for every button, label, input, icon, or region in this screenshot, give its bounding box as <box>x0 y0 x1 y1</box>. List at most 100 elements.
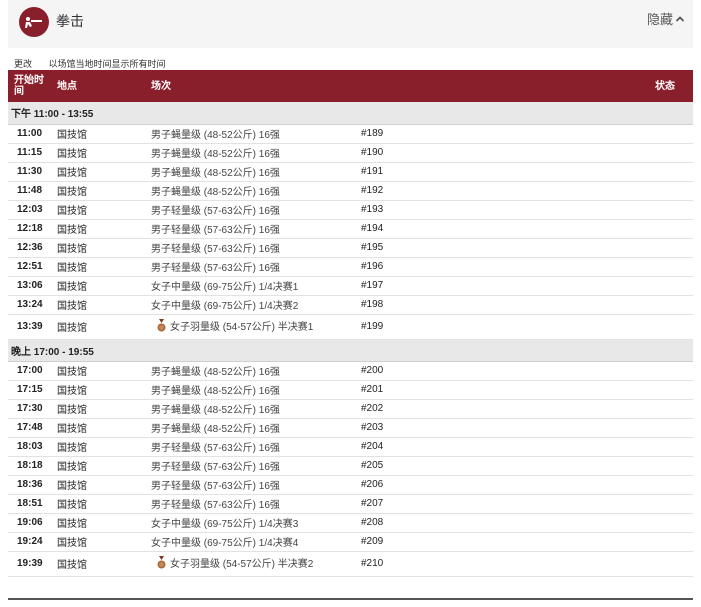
cell-number: #198 <box>352 295 555 315</box>
cell-venue: 国技馆 <box>48 257 144 277</box>
cell-event: 女子中量级 (69-75公斤) 1/4决赛1 <box>144 276 352 296</box>
cell-status <box>555 238 693 258</box>
table-row[interactable]: 11:00 国技馆 男子蝇量级 (48-52公斤) 16强 #189 <box>8 124 693 144</box>
table-row[interactable]: 19:39 国技馆 女子羽量级 (54-57公斤) 半决赛2 #210 <box>8 551 693 577</box>
hide-toggle-button[interactable]: 隐藏 <box>647 9 685 28</box>
cell-event: 男子蝇量级 (48-52公斤) 16强 <box>144 361 352 381</box>
schedule-body: 下午 11:00 - 13:55 11:00 国技馆 男子蝇量级 (48-52公斤) … <box>8 102 693 577</box>
cell-status <box>555 494 693 514</box>
table-row[interactable]: 19:24 国技馆 女子中量级 (69-75公斤) 1/4决赛4 #209 <box>8 532 693 552</box>
cell-event: 女子中量级 (69-75公斤) 1/4决赛4 <box>144 532 352 552</box>
section-label: 晚上 17:00 - 19:55 <box>8 339 693 362</box>
cell-time: 18:36 <box>8 475 48 495</box>
cell-status <box>555 418 693 438</box>
cell-number: #203 <box>352 418 555 438</box>
column-header-start-time: 开始时 间 <box>8 70 48 102</box>
cell-venue: 国技馆 <box>48 314 144 340</box>
cell-event: 男子蝇量级 (48-52公斤) 16强 <box>144 162 352 182</box>
cell-venue: 国技馆 <box>48 456 144 476</box>
cell-venue: 国技馆 <box>48 399 144 419</box>
hide-label: 隐藏 <box>646 12 673 27</box>
cell-status <box>555 276 693 296</box>
cell-number: #197 <box>352 276 555 296</box>
cell-venue: 国技馆 <box>48 551 144 577</box>
bronze-medal-icon <box>157 556 166 572</box>
cell-event: 男子轻量级 (57-63公斤) 16强 <box>144 494 352 514</box>
cell-venue: 国技馆 <box>48 200 144 220</box>
table-row[interactable]: 17:00 国技馆 男子蝇量级 (48-52公斤) 16强 #200 <box>8 361 693 381</box>
cell-event: 女子中量级 (69-75公斤) 1/4决赛3 <box>144 513 352 533</box>
table-row[interactable]: 12:03 国技馆 男子轻量级 (57-63公斤) 16强 #193 <box>8 200 693 220</box>
cell-number: #209 <box>352 532 555 552</box>
section-header-row: 晚上 17:00 - 19:55 <box>8 339 693 362</box>
cell-time: 17:15 <box>8 380 48 400</box>
table-row[interactable]: 13:39 国技馆 女子羽量级 (54-57公斤) 半决赛1 #199 <box>8 314 693 340</box>
table-row[interactable]: 17:48 国技馆 男子蝇量级 (48-52公斤) 16强 #203 <box>8 418 693 438</box>
table-row[interactable]: 19:06 国技馆 女子中量级 (69-75公斤) 1/4决赛3 #208 <box>8 513 693 533</box>
column-header-status: 状态 <box>655 80 675 92</box>
boxing-schedule-page: 拳击 隐藏 更改 以场馆当地时间显示所有时间 开始时 间 地点 场次 状态 下午… <box>0 0 701 607</box>
table-row[interactable]: 17:30 国技馆 男子蝇量级 (48-52公斤) 16强 #202 <box>8 399 693 419</box>
cell-number: #189 <box>352 124 555 144</box>
boxing-pictogram-icon <box>19 7 49 37</box>
cell-time: 13:24 <box>8 295 48 315</box>
cell-event: 女子羽量级 (54-57公斤) 半决赛1 <box>144 314 352 340</box>
cell-status <box>555 124 693 144</box>
table-row[interactable]: 12:36 国技馆 男子轻量级 (57-63公斤) 16强 #195 <box>8 238 693 258</box>
cell-time: 13:06 <box>8 276 48 296</box>
cell-status <box>555 219 693 239</box>
cell-status <box>555 399 693 419</box>
cell-time: 17:48 <box>8 418 48 438</box>
cell-number: #205 <box>352 456 555 476</box>
table-row[interactable]: 13:24 国技馆 女子中量级 (69-75公斤) 1/4决赛2 #198 <box>8 295 693 315</box>
chevron-up-icon <box>675 15 685 22</box>
change-timezone-link[interactable]: 更改 <box>14 59 32 69</box>
cell-venue: 国技馆 <box>48 238 144 258</box>
cell-number: #194 <box>352 219 555 239</box>
cell-status <box>555 200 693 220</box>
cell-number: #201 <box>352 380 555 400</box>
table-row[interactable]: 18:51 国技馆 男子轻量级 (57-63公斤) 16强 #207 <box>8 494 693 514</box>
cell-number: #190 <box>352 143 555 163</box>
table-row[interactable]: 17:15 国技馆 男子蝇量级 (48-52公斤) 16强 #201 <box>8 380 693 400</box>
table-row[interactable]: 11:15 国技馆 男子蝇量级 (48-52公斤) 16强 #190 <box>8 143 693 163</box>
table-row[interactable]: 18:36 国技馆 男子轻量级 (57-63公斤) 16强 #206 <box>8 475 693 495</box>
table-row[interactable]: 13:06 国技馆 女子中量级 (69-75公斤) 1/4决赛1 #197 <box>8 276 693 296</box>
table-row[interactable]: 11:30 国技馆 男子蝇量级 (48-52公斤) 16强 #191 <box>8 162 693 182</box>
table-row[interactable]: 18:03 国技馆 男子轻量级 (57-63公斤) 16强 #204 <box>8 437 693 457</box>
cell-status <box>555 361 693 381</box>
cell-time: 17:30 <box>8 399 48 419</box>
section-header-row: 下午 11:00 - 13:55 <box>8 102 693 125</box>
cell-venue: 国技馆 <box>48 494 144 514</box>
cell-venue: 国技馆 <box>48 295 144 315</box>
bottom-divider <box>8 598 693 600</box>
cell-status <box>555 513 693 533</box>
cell-number: #206 <box>352 475 555 495</box>
cell-status <box>555 532 693 552</box>
sport-header: 拳击 隐藏 <box>8 0 693 48</box>
cell-event: 男子蝇量级 (48-52公斤) 16强 <box>144 399 352 419</box>
start-time-header-line2: 间 <box>14 86 24 97</box>
event-label: 女子羽量级 (54-57公斤) 半决赛2 <box>170 558 314 570</box>
cell-status <box>555 162 693 182</box>
cell-number: #207 <box>352 494 555 514</box>
cell-venue: 国技馆 <box>48 162 144 182</box>
cell-venue: 国技馆 <box>48 513 144 533</box>
table-row[interactable]: 12:18 国技馆 男子轻量级 (57-63公斤) 16强 #194 <box>8 219 693 239</box>
start-time-header-line1: 开始时 <box>14 75 44 86</box>
cell-status <box>555 475 693 495</box>
sport-title: 拳击 <box>56 13 84 29</box>
cell-venue: 国技馆 <box>48 143 144 163</box>
cell-venue: 国技馆 <box>48 181 144 201</box>
cell-time: 17:00 <box>8 361 48 381</box>
cell-venue: 国技馆 <box>48 361 144 381</box>
cell-time: 18:18 <box>8 456 48 476</box>
cell-number: #191 <box>352 162 555 182</box>
table-row[interactable]: 11:48 国技馆 男子蝇量级 (48-52公斤) 16强 #192 <box>8 181 693 201</box>
cell-event: 男子轻量级 (57-63公斤) 16强 <box>144 475 352 495</box>
table-row[interactable]: 18:18 国技馆 男子轻量级 (57-63公斤) 16强 #205 <box>8 456 693 476</box>
table-header-row: 开始时 间 地点 场次 状态 <box>8 70 693 102</box>
table-row[interactable]: 12:51 国技馆 男子轻量级 (57-63公斤) 16强 #196 <box>8 257 693 277</box>
column-header-number <box>352 70 555 102</box>
cell-time: 19:06 <box>8 513 48 533</box>
